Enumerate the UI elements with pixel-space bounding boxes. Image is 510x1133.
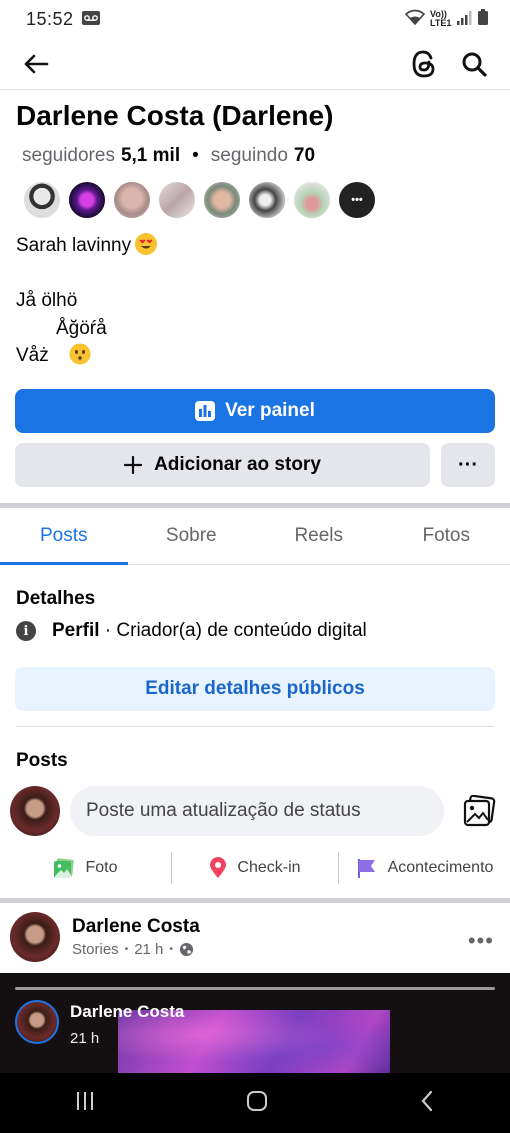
home-icon bbox=[246, 1090, 267, 1111]
location-pin-icon bbox=[210, 857, 227, 878]
profile-category-text: Perfil · Criador(a) de conteúdo digital bbox=[52, 620, 367, 642]
meta-dot: • bbox=[124, 944, 129, 955]
more-options-dots: ··· bbox=[458, 454, 478, 476]
followers-count[interactable]: 5,1 mil bbox=[121, 145, 180, 167]
profile-category-line: i Perfil · Criador(a) de conteúdo digita… bbox=[16, 620, 367, 642]
checkin-action-label: Check-in bbox=[237, 859, 301, 876]
voicemail-icon bbox=[81, 9, 100, 30]
photo-gallery-button[interactable] bbox=[460, 791, 500, 831]
tab-about[interactable]: Sobre bbox=[128, 508, 256, 564]
back-chevron-icon bbox=[421, 1090, 432, 1111]
bio: Sarah lavinny Jå ölhö Åğöŕå Våż bbox=[16, 232, 158, 370]
friend-avatar[interactable] bbox=[112, 180, 152, 220]
bio-line-1: Sarah lavinny bbox=[16, 235, 132, 256]
profile-avatar[interactable] bbox=[10, 786, 60, 836]
status-input[interactable]: Poste uma atualização de status bbox=[70, 786, 444, 836]
bio-line-2: Jå ölhö bbox=[16, 290, 78, 311]
details-heading: Detalhes bbox=[16, 588, 96, 609]
home-button[interactable] bbox=[245, 1089, 269, 1118]
photo-action[interactable]: Foto bbox=[0, 852, 171, 884]
heart-eyes-emoji-icon bbox=[135, 233, 158, 255]
tab-reels[interactable]: Reels bbox=[255, 508, 383, 564]
story-author-avatar bbox=[15, 1000, 59, 1044]
search-icon bbox=[462, 52, 487, 77]
tab-photos[interactable]: Fotos bbox=[383, 508, 510, 564]
divider bbox=[16, 726, 494, 727]
top-nav bbox=[0, 38, 510, 90]
battery-icon bbox=[478, 8, 488, 30]
story-time: 21 h bbox=[70, 1030, 100, 1047]
plus-icon bbox=[124, 456, 143, 474]
posts-heading: Posts bbox=[16, 750, 68, 771]
system-nav-bar bbox=[0, 1073, 510, 1133]
photo-action-label: Foto bbox=[85, 859, 118, 876]
post-meta: Stories • 21 h • bbox=[72, 941, 200, 958]
post-header: Darlene Costa Stories • 21 h • bbox=[10, 912, 500, 962]
bio-line-3: Åğöŕå bbox=[56, 317, 107, 339]
recent-apps-icon bbox=[77, 1091, 94, 1110]
friend-avatar[interactable] bbox=[292, 180, 332, 220]
threads-button[interactable] bbox=[404, 44, 444, 84]
status-bar: 15:52 Vo)) LTE1 bbox=[0, 0, 510, 38]
meta-dot: • bbox=[169, 944, 173, 955]
edit-public-details-button[interactable]: Editar detalhes públicos bbox=[15, 667, 495, 711]
wifi-icon bbox=[404, 9, 426, 30]
friend-avatar[interactable] bbox=[202, 180, 242, 220]
globe-icon bbox=[179, 942, 193, 957]
photo-icon bbox=[54, 858, 75, 878]
following-count[interactable]: 70 bbox=[294, 145, 315, 167]
threads-icon bbox=[412, 50, 435, 77]
clock: 15:52 bbox=[26, 8, 74, 29]
post-author-name[interactable]: Darlene Costa bbox=[72, 916, 200, 938]
arrow-left-icon bbox=[24, 54, 49, 73]
story-preview[interactable]: Darlene Costa 21 h bbox=[0, 973, 510, 1073]
recent-apps-button[interactable] bbox=[74, 1090, 96, 1117]
following-label[interactable]: seguindo bbox=[211, 145, 288, 167]
hushed-face-emoji-icon bbox=[69, 343, 91, 365]
life-event-action-label: Acontecimento bbox=[387, 859, 494, 876]
friend-avatar[interactable] bbox=[67, 180, 107, 220]
friend-avatar[interactable] bbox=[157, 180, 197, 220]
section-divider bbox=[0, 898, 510, 903]
stats-separator: • bbox=[192, 145, 199, 166]
friends-avatar-row: ••• bbox=[22, 180, 382, 220]
tab-posts[interactable]: Posts bbox=[0, 508, 128, 565]
checkin-action[interactable]: Check-in bbox=[172, 852, 338, 884]
more-friends-button[interactable]: ••• bbox=[337, 180, 377, 220]
info-icon: i bbox=[16, 621, 36, 641]
life-event-action[interactable]: Acontecimento bbox=[339, 852, 510, 884]
search-button[interactable] bbox=[454, 44, 494, 84]
view-dashboard-button[interactable]: Ver painel bbox=[15, 389, 495, 433]
story-progress-bar bbox=[15, 987, 495, 990]
post-time[interactable]: 21 h bbox=[134, 941, 163, 958]
back-button[interactable] bbox=[16, 44, 56, 84]
system-back-button[interactable] bbox=[418, 1089, 436, 1118]
profile-category-bold: Perfil bbox=[52, 620, 100, 641]
friend-avatar[interactable] bbox=[247, 180, 287, 220]
add-to-story-button[interactable]: Adicionar ao story bbox=[15, 443, 430, 487]
status-composer: Poste uma atualização de status bbox=[10, 786, 500, 836]
friend-avatar[interactable] bbox=[22, 180, 62, 220]
follow-stats: seguidores 5,1 mil • seguindo 70 bbox=[22, 145, 315, 167]
profile-category-value: · Criador(a) de conteúdo digital bbox=[99, 620, 367, 641]
add-to-story-label: Adicionar ao story bbox=[154, 454, 321, 475]
flag-icon bbox=[357, 859, 375, 878]
composer-actions: Foto Check-in Acontecimento bbox=[0, 850, 510, 886]
photo-gallery-icon bbox=[463, 795, 496, 827]
story-author-name: Darlene Costa bbox=[70, 1002, 185, 1021]
view-dashboard-label: Ver painel bbox=[225, 400, 315, 421]
profile-tabs: Posts Sobre Reels Fotos bbox=[0, 508, 510, 565]
post-source[interactable]: Stories bbox=[72, 941, 119, 958]
profile-name: Darlene Costa (Darlene) bbox=[16, 100, 334, 131]
post-more-button[interactable]: ••• bbox=[468, 928, 494, 954]
more-options-button[interactable]: ··· bbox=[441, 443, 495, 487]
more-friends-dots: ••• bbox=[351, 194, 363, 206]
bio-line-4: Våż bbox=[16, 345, 49, 366]
post-author-avatar[interactable] bbox=[10, 912, 60, 962]
network-label: Vo)) LTE1 bbox=[430, 9, 452, 28]
followers-label[interactable]: seguidores bbox=[22, 145, 115, 167]
signal-icon bbox=[457, 9, 473, 30]
dashboard-icon bbox=[195, 401, 216, 421]
